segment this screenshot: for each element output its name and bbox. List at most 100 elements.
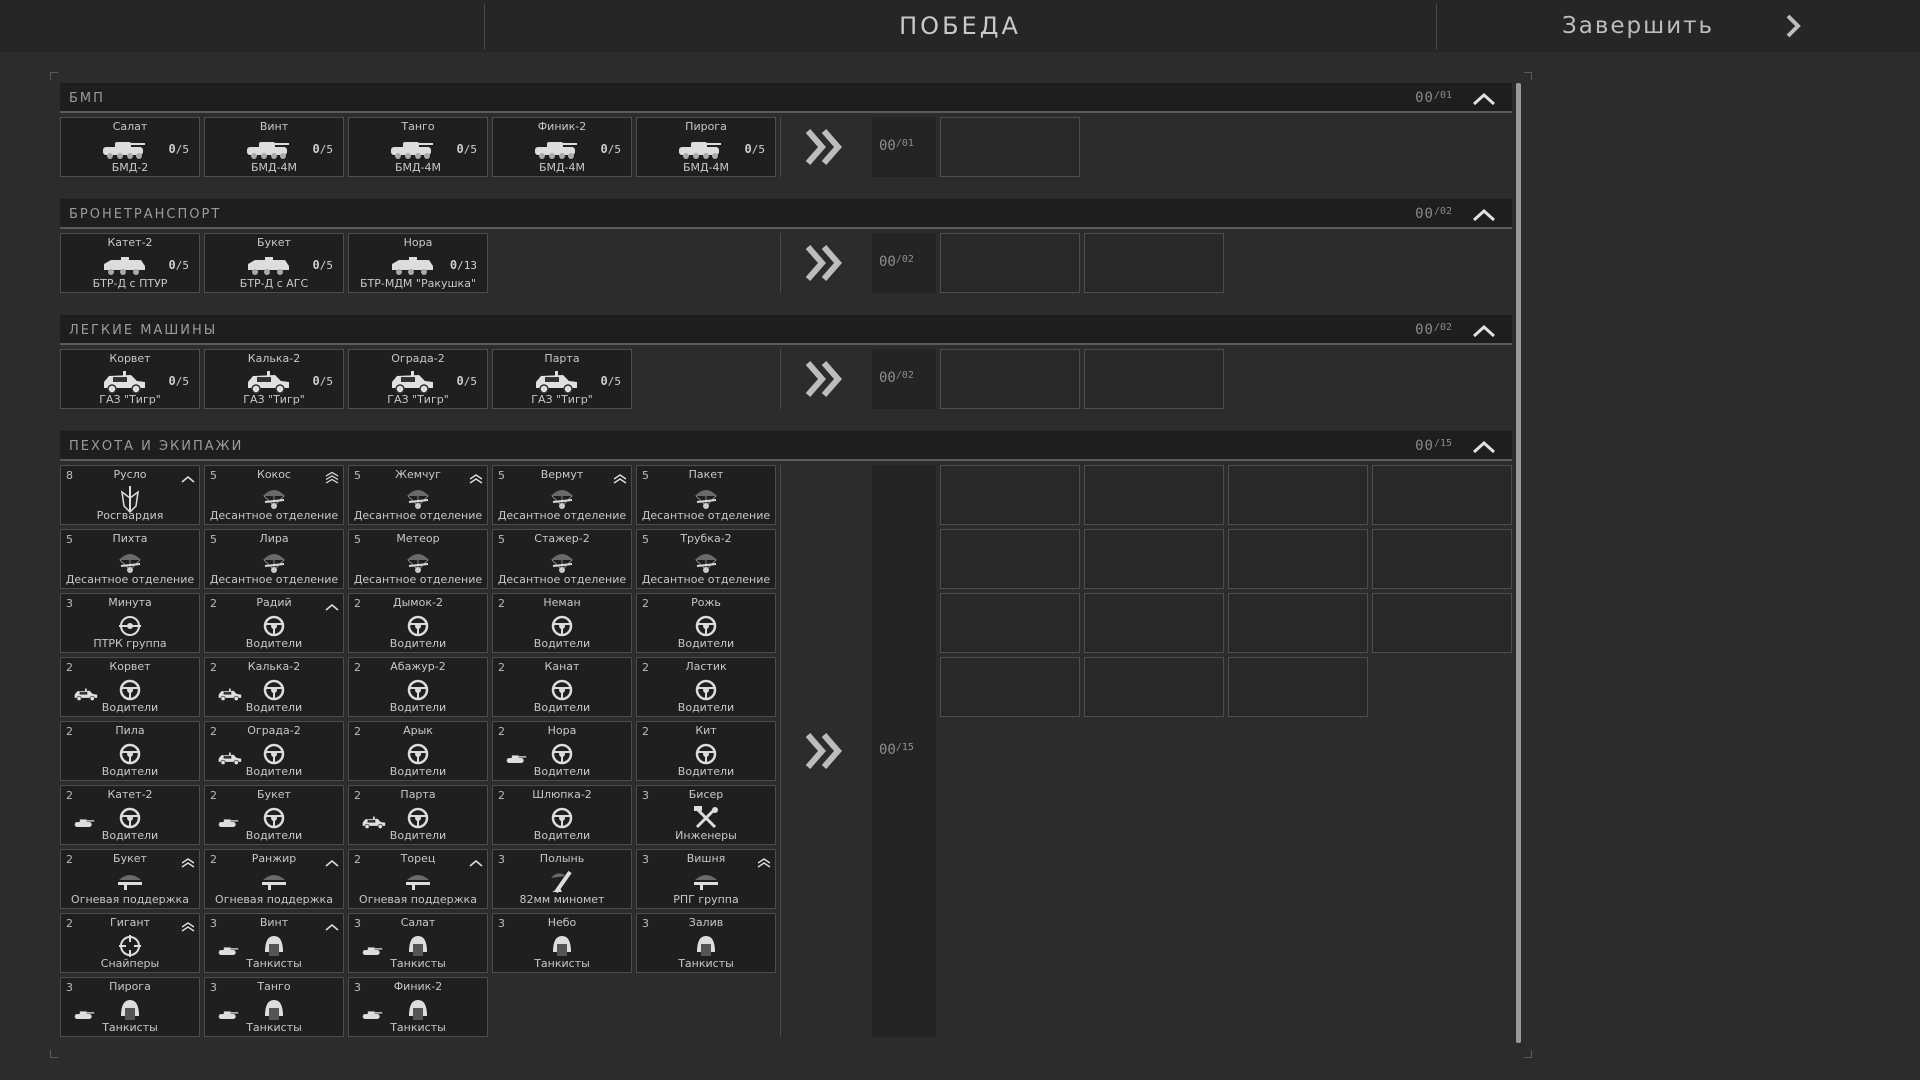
empty-slot[interactable] <box>1228 529 1368 589</box>
infantry-card[interactable]: 3 Вишня РПГ группа <box>636 849 776 909</box>
infantry-card[interactable]: 2 Ластик Водители <box>636 657 776 717</box>
infantry-card[interactable]: 2 Арык Водители <box>348 721 488 781</box>
quantity-value: 0 <box>168 258 176 272</box>
empty-slot[interactable] <box>1228 657 1368 717</box>
empty-slot[interactable] <box>1084 529 1224 589</box>
chevron-up-icon[interactable] <box>1470 437 1498 457</box>
infantry-card[interactable]: 3 Небо Танкисты <box>492 913 632 973</box>
infantry-card[interactable]: 5 Лира Десантное отделение <box>204 529 344 589</box>
infantry-card[interactable]: 5 Трубка-2 Десантное отделение <box>636 529 776 589</box>
infantry-card[interactable]: 3 Полынь 82мм миномет <box>492 849 632 909</box>
empty-slot[interactable] <box>940 465 1080 525</box>
infantry-card[interactable]: 2 Шлюпка-2 Водители <box>492 785 632 845</box>
infantry-card[interactable]: 2 Торец Огневая поддержка <box>348 849 488 909</box>
unit-callsign: Торец <box>400 852 436 865</box>
empty-slot[interactable] <box>940 349 1080 409</box>
infantry-card[interactable]: 2 Радий Водители <box>204 593 344 653</box>
empty-slot[interactable] <box>1372 465 1512 525</box>
empty-slot[interactable] <box>940 593 1080 653</box>
infantry-card[interactable]: 3 Пирога Танкисты <box>60 977 200 1037</box>
infantry-card[interactable]: 5 Метеор Десантное отделение <box>348 529 488 589</box>
transfer-arrow-icon[interactable] <box>804 731 846 775</box>
infantry-card[interactable]: 2 Калька-2 Водители <box>204 657 344 717</box>
infantry-card[interactable]: 3 Минута ПТРК группа <box>60 593 200 653</box>
vehicle-card[interactable]: Салат 0/5 БМД-2 <box>60 117 200 177</box>
infantry-card[interactable]: 3 Танго Танкисты <box>204 977 344 1037</box>
infantry-card[interactable]: 5 Жемчуг Десантное отделение <box>348 465 488 525</box>
vehicle-card[interactable]: Калька-2 0/5 ГАЗ "Тигр" <box>204 349 344 409</box>
unit-quantity: 0/5 <box>601 142 621 156</box>
infantry-card[interactable]: 3 Салат Танкисты <box>348 913 488 973</box>
chevron-up-icon[interactable] <box>1470 89 1498 109</box>
infantry-card[interactable]: 2 Дымок-2 Водители <box>348 593 488 653</box>
empty-slot[interactable] <box>1228 465 1368 525</box>
infantry-card[interactable]: 3 Финик-2 Танкисты <box>348 977 488 1037</box>
vehicle-card[interactable]: Пирога 0/5 БМД-4М <box>636 117 776 177</box>
empty-slot[interactable] <box>1372 593 1512 653</box>
chevron-up-icon[interactable] <box>1470 321 1498 341</box>
infantry-card[interactable]: 2 Канат Водители <box>492 657 632 717</box>
infantry-card[interactable]: 5 Стажер-2 Десантное отделение <box>492 529 632 589</box>
infantry-card[interactable]: 2 Корвет Водители <box>60 657 200 717</box>
vehicle-card[interactable]: Нора 0/13 БТР-МДМ "Ракушка" <box>348 233 488 293</box>
transfer-arrow-icon[interactable] <box>804 359 846 403</box>
vehicle-card[interactable]: Танго 0/5 БМД-4М <box>348 117 488 177</box>
infantry-card[interactable]: 2 Пила Водители <box>60 721 200 781</box>
infantry-card[interactable]: 3 Бисер Инженеры <box>636 785 776 845</box>
transfer-arrow-icon[interactable] <box>804 243 846 287</box>
vehicle-card[interactable]: Букет 0/5 БТР-Д с АГС <box>204 233 344 293</box>
empty-slot[interactable] <box>1084 593 1224 653</box>
vehicle-card[interactable]: Парта 0/5 ГАЗ "Тигр" <box>492 349 632 409</box>
empty-slot[interactable] <box>940 233 1080 293</box>
infantry-card[interactable]: 2 Нора Водители <box>492 721 632 781</box>
empty-slot[interactable] <box>940 657 1080 717</box>
infantry-card[interactable]: 2 Парта Водители <box>348 785 488 845</box>
infantry-card[interactable]: 3 Залив Танкисты <box>636 913 776 973</box>
vehicle-card[interactable]: Корвет 0/5 ГАЗ "Тигр" <box>60 349 200 409</box>
count-value: 00 <box>1415 90 1434 106</box>
infantry-card[interactable]: 2 Кит Водители <box>636 721 776 781</box>
transfer-arrow-icon[interactable] <box>804 127 846 171</box>
unit-callsign: Стажер-2 <box>534 532 590 545</box>
infantry-card[interactable]: 2 Ранжир Огневая поддержка <box>204 849 344 909</box>
empty-slot[interactable] <box>1084 349 1224 409</box>
empty-slot[interactable] <box>1084 657 1224 717</box>
unit-callsign: Залив <box>688 916 724 929</box>
slot-count: 00/01 <box>872 117 936 177</box>
infantry-card[interactable]: 5 Пакет Десантное отделение <box>636 465 776 525</box>
infantry-card[interactable]: 5 Пихта Десантное отделение <box>60 529 200 589</box>
empty-slot[interactable] <box>940 117 1080 177</box>
quantity-max: /5 <box>463 143 477 156</box>
vehicle-card[interactable]: Ограда-2 0/5 ГАЗ "Тигр" <box>348 349 488 409</box>
infantry-card[interactable]: 5 Кокос Десантное отделение <box>204 465 344 525</box>
scrollbar[interactable] <box>1516 83 1521 1043</box>
infantry-card[interactable]: 2 Ограда-2 Водители <box>204 721 344 781</box>
infantry-card[interactable]: 2 Катет-2 Водители <box>60 785 200 845</box>
infantry-card[interactable]: 2 Букет Огневая поддержка <box>60 849 200 909</box>
vehicle-card[interactable]: Финик-2 0/5 БМД-4М <box>492 117 632 177</box>
empty-slot[interactable] <box>1372 529 1512 589</box>
infantry-card[interactable]: 2 Абажур-2 Водители <box>348 657 488 717</box>
section-header: ПЕХОТА И ЭКИПАЖИ 00/15 <box>60 431 1512 461</box>
empty-slot[interactable] <box>1084 233 1224 293</box>
infantry-card[interactable]: 2 Букет Водители <box>204 785 344 845</box>
vehicle-card[interactable]: Катет-2 0/5 БТР-Д с ПТУР <box>60 233 200 293</box>
unit-callsign: Салат <box>400 916 436 929</box>
infantry-card[interactable]: 2 Гигант Снайперы <box>60 913 200 973</box>
unit-type: БТР-МДМ "Ракушка" <box>359 277 477 290</box>
empty-slot[interactable] <box>1228 593 1368 653</box>
infantry-card[interactable]: 8 Русло Росгвардия <box>60 465 200 525</box>
finish-button[interactable]: Завершить <box>1436 0 1920 52</box>
empty-slot[interactable] <box>940 529 1080 589</box>
unit-type: ГАЗ "Тигр" <box>99 393 161 406</box>
infantry-card[interactable]: 2 Неман Водители <box>492 593 632 653</box>
rank2-icon <box>468 469 484 488</box>
tank-icon <box>217 1008 239 1024</box>
infantry-card[interactable]: 3 Винт Танкисты <box>204 913 344 973</box>
infantry-card[interactable]: 5 Вермут Десантное отделение <box>492 465 632 525</box>
infantry-card[interactable]: 2 Рожь Водители <box>636 593 776 653</box>
unit-type: БМД-2 <box>111 161 149 174</box>
vehicle-card[interactable]: Винт 0/5 БМД-4М <box>204 117 344 177</box>
empty-slot[interactable] <box>1084 465 1224 525</box>
chevron-up-icon[interactable] <box>1470 205 1498 225</box>
